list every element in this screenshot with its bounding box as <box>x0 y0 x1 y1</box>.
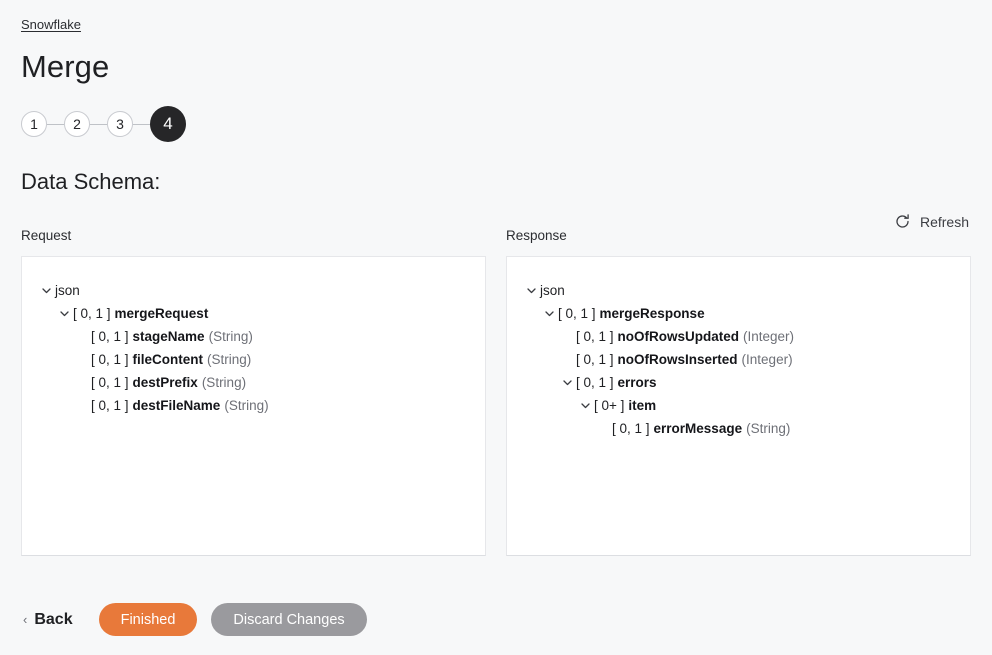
wizard-stepper: 1234 <box>21 102 971 146</box>
node-cardinality: [ 0, 1 ] <box>558 306 596 321</box>
node-name: json <box>540 283 565 298</box>
schema-node[interactable]: [ 0, 1 ] destPrefix (String) <box>38 371 469 394</box>
node-type: (String) <box>207 352 252 367</box>
node-name: fileContent <box>132 352 204 367</box>
step-connector <box>133 123 150 125</box>
merge-wizard-page: Snowflake Merge 1234 Data Schema: Reques… <box>0 0 992 655</box>
response-schema-panel: json[ 0, 1 ] mergeResponse[ 0, 1 ] noOfRow… <box>506 256 971 556</box>
finished-button[interactable]: Finished <box>98 603 198 636</box>
back-button[interactable]: ‹ Back <box>21 607 75 633</box>
back-label: Back <box>34 610 73 628</box>
refresh-label: Refresh <box>919 213 969 230</box>
node-type: (String) <box>201 375 247 390</box>
chevron-down-icon[interactable] <box>541 308 558 319</box>
schema-node[interactable]: [ 0+ ] item <box>523 394 954 417</box>
step-connector <box>47 123 64 125</box>
node-name: mergeResponse <box>599 306 705 321</box>
breadcrumb: Snowflake <box>21 0 971 34</box>
stepper-step-2[interactable]: 2 <box>64 111 90 137</box>
node-cardinality: [ 0, 1 ] <box>576 352 614 367</box>
node-name: item <box>628 398 657 413</box>
step-connector <box>90 123 107 125</box>
node-cardinality: [ 0, 1 ] <box>612 421 650 436</box>
section-title-data-schema: Data Schema: <box>21 169 161 194</box>
schema-node[interactable]: [ 0, 1 ] stageName (String) <box>38 325 469 348</box>
chevron-down-icon[interactable] <box>38 285 55 296</box>
node-cardinality: [ 0, 1 ] <box>91 329 129 344</box>
node-type: (Integer) <box>743 329 795 344</box>
schema-panels: json[ 0, 1 ] mergeRequest[ 0, 1 ] stageNam… <box>21 256 971 556</box>
node-cardinality: [ 0, 1 ] <box>91 352 129 367</box>
refresh-icon <box>894 213 911 230</box>
schema-node[interactable]: json <box>38 279 469 302</box>
node-type: (String) <box>224 398 269 413</box>
request-column-label: Request <box>21 228 72 243</box>
stepper-step-1[interactable]: 1 <box>21 111 47 137</box>
schema-node[interactable]: [ 0, 1 ] destFileName (String) <box>38 394 469 417</box>
chevron-down-icon[interactable] <box>559 377 576 388</box>
response-schema-tree: json[ 0, 1 ] mergeResponse[ 0, 1 ] noOfRow… <box>523 279 954 440</box>
discard-changes-button[interactable]: Discard Changes <box>211 603 367 636</box>
node-name: errors <box>617 375 657 390</box>
request-schema-tree: json[ 0, 1 ] mergeRequest[ 0, 1 ] stageNam… <box>38 279 469 417</box>
node-name: destPrefix <box>132 375 198 390</box>
node-type: (Integer) <box>741 352 793 367</box>
chevron-down-icon[interactable] <box>577 400 594 411</box>
schema-node[interactable]: [ 0, 1 ] mergeResponse <box>523 302 954 325</box>
breadcrumb-link-snowflake[interactable]: Snowflake <box>21 17 81 32</box>
node-cardinality: [ 0, 1 ] <box>576 375 614 390</box>
node-name: json <box>55 283 80 298</box>
schema-node[interactable]: [ 0, 1 ] errors <box>523 371 954 394</box>
schema-columns-header: Request Response Refresh <box>21 214 971 248</box>
node-name: stageName <box>132 329 205 344</box>
node-cardinality: [ 0, 1 ] <box>576 329 614 344</box>
schema-node[interactable]: [ 0, 1 ] noOfRowsUpdated (Integer) <box>523 325 954 348</box>
node-cardinality: [ 0+ ] <box>594 398 625 413</box>
node-cardinality: [ 0, 1 ] <box>91 398 129 413</box>
node-type: (String) <box>746 421 791 436</box>
wizard-footer: ‹ Back Finished Discard Changes <box>21 603 367 636</box>
chevron-left-icon: ‹ <box>23 612 28 627</box>
node-name: errorMessage <box>653 421 743 436</box>
schema-node[interactable]: [ 0, 1 ] fileContent (String) <box>38 348 469 371</box>
stepper-step-4[interactable]: 4 <box>150 106 186 142</box>
schema-node[interactable]: json <box>523 279 954 302</box>
stepper-step-3[interactable]: 3 <box>107 111 133 137</box>
schema-node[interactable]: [ 0, 1 ] errorMessage (String) <box>523 417 954 440</box>
node-cardinality: [ 0, 1 ] <box>91 375 129 390</box>
node-type: (String) <box>208 329 253 344</box>
node-name: noOfRowsInserted <box>617 352 738 367</box>
page-title: Merge <box>21 49 110 84</box>
refresh-button[interactable]: Refresh <box>892 209 971 234</box>
node-name: noOfRowsUpdated <box>617 329 740 344</box>
node-name: mergeRequest <box>114 306 209 321</box>
request-schema-panel: json[ 0, 1 ] mergeRequest[ 0, 1 ] stageNam… <box>21 256 486 556</box>
chevron-down-icon[interactable] <box>523 285 540 296</box>
schema-node[interactable]: [ 0, 1 ] noOfRowsInserted (Integer) <box>523 348 954 371</box>
chevron-down-icon[interactable] <box>56 308 73 319</box>
schema-node[interactable]: [ 0, 1 ] mergeRequest <box>38 302 469 325</box>
node-cardinality: [ 0, 1 ] <box>73 306 111 321</box>
node-name: destFileName <box>132 398 221 413</box>
response-column-label: Response <box>506 228 567 243</box>
